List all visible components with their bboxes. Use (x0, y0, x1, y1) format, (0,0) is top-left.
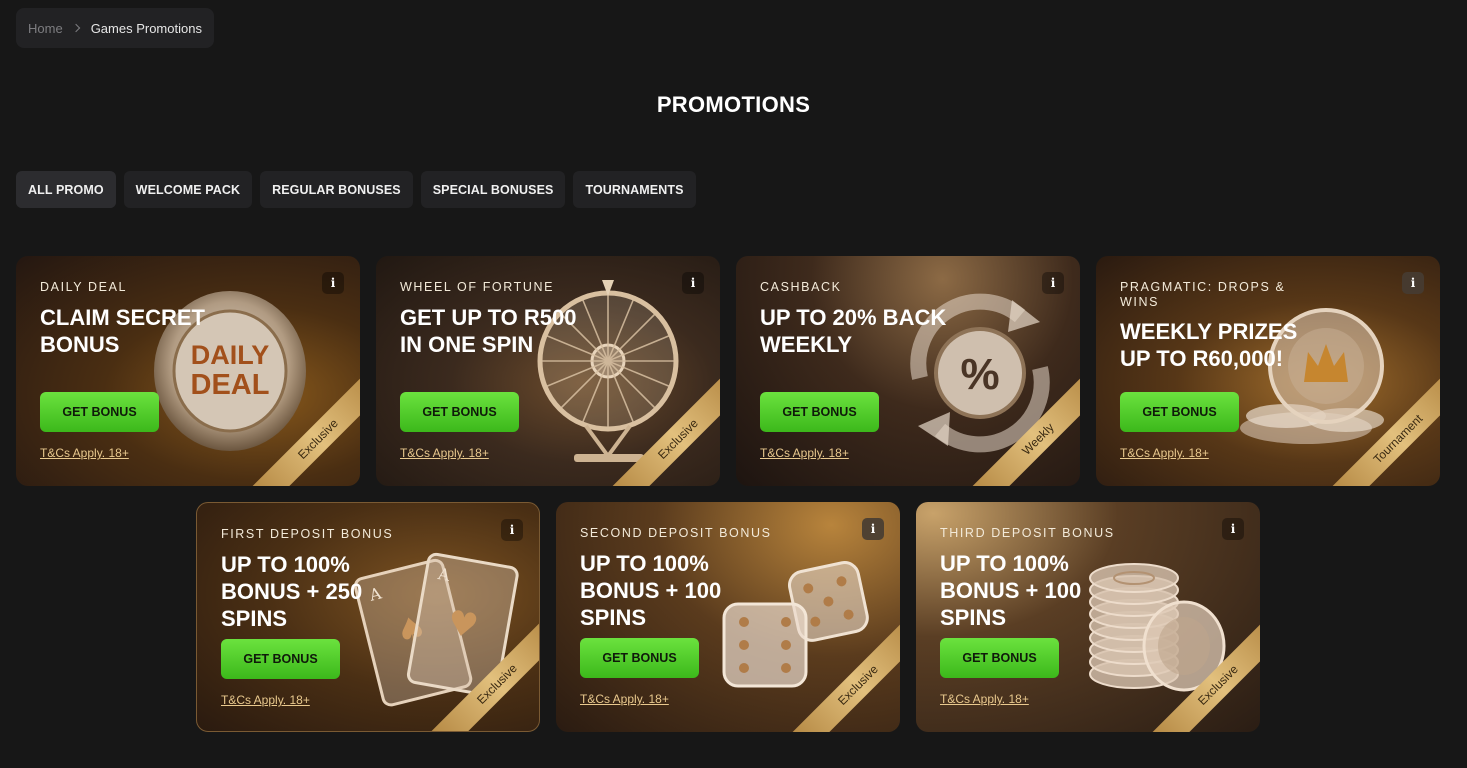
info-icon[interactable]: i (501, 519, 523, 541)
terms-link[interactable]: T&Cs Apply. 18+ (40, 446, 129, 460)
promo-card-first-deposit[interactable]: FIRST DEPOSIT BONUS UP TO 100% BONUS + 2… (196, 502, 540, 732)
tab-welcome-pack[interactable]: WELCOME PACK (123, 171, 253, 208)
breadcrumb: Home Games Promotions (16, 8, 214, 48)
info-icon[interactable]: i (682, 272, 704, 294)
terms-link[interactable]: T&Cs Apply. 18+ (760, 446, 849, 460)
chevron-right-icon (71, 23, 80, 33)
card-eyebrow: PRAGMATIC: DROPS & WINS (1120, 280, 1286, 309)
page-title: PROMOTIONS (656, 92, 811, 117)
card-headline: UP TO 100% BONUS + 100 SPINS (940, 551, 1082, 630)
promo-card-second-deposit[interactable]: SECOND DEPOSIT BONUS UP TO 100% BONUS + … (556, 502, 900, 732)
card-headline: CLAIM SECRET BONUS (40, 305, 205, 357)
get-bonus-button[interactable]: GET BONUS (940, 638, 1059, 678)
cashback-art-text: % (960, 350, 999, 399)
terms-link[interactable]: T&Cs Apply. 18+ (580, 692, 669, 706)
card-headline: UP TO 20% BACK WEEKLY (760, 305, 947, 357)
terms-link[interactable]: T&Cs Apply. 18+ (1120, 446, 1209, 460)
terms-link[interactable]: T&Cs Apply. 18+ (940, 692, 1029, 706)
info-icon[interactable]: i (862, 518, 884, 540)
breadcrumb-home-link[interactable]: Home (28, 21, 63, 36)
promo-card-third-deposit[interactable]: THIRD DEPOSIT BONUS UP TO 100% BONUS + 1… (916, 502, 1260, 732)
promo-card-daily-deal[interactable]: DAILY DEAL CLAIM SECRET BONUS DAILY DEAL… (16, 256, 360, 486)
tab-special-bonuses[interactable]: SPECIAL BONUSES (420, 171, 566, 208)
card-eyebrow: THIRD DEPOSIT BONUS (940, 526, 1115, 540)
get-bonus-button[interactable]: GET BONUS (40, 392, 159, 432)
info-icon[interactable]: i (1222, 518, 1244, 540)
tab-tournaments[interactable]: TOURNAMENTS (573, 171, 696, 208)
promo-card-wheel-of-fortune[interactable]: WHEEL OF FORTUNE GET UP TO R500 IN ONE S… (376, 256, 720, 486)
get-bonus-button[interactable]: GET BONUS (760, 392, 879, 432)
terms-link[interactable]: T&Cs Apply. 18+ (400, 446, 489, 460)
info-icon[interactable]: i (1402, 272, 1424, 294)
card-headline: UP TO 100% BONUS + 250 SPINS (221, 552, 363, 631)
daily-deal-art-text-2: DEAL (191, 369, 270, 401)
promo-tabs: ALL PROMO WELCOME PACK REGULAR BONUSES S… (16, 171, 696, 208)
tab-regular-bonuses[interactable]: REGULAR BONUSES (260, 171, 413, 208)
get-bonus-button[interactable]: GET BONUS (1120, 392, 1239, 432)
promo-card-drops-and-wins[interactable]: PRAGMATIC: DROPS & WINS WEEKLY PRIZES UP… (1096, 256, 1440, 486)
breadcrumb-current: Games Promotions (90, 20, 202, 36)
get-bonus-button[interactable]: GET BONUS (221, 639, 340, 679)
info-icon[interactable]: i (322, 272, 344, 294)
terms-link[interactable]: T&Cs Apply. 18+ (221, 693, 310, 707)
get-bonus-button[interactable]: GET BONUS (580, 638, 699, 678)
info-icon[interactable]: i (1042, 272, 1064, 294)
card-eyebrow: SECOND DEPOSIT BONUS (580, 526, 772, 540)
card-headline: GET UP TO R500 IN ONE SPIN (400, 305, 577, 357)
get-bonus-button[interactable]: GET BONUS (400, 392, 519, 432)
card-headline: UP TO 100% BONUS + 100 SPINS (580, 551, 722, 630)
card-headline: WEEKLY PRIZES UP TO R60,000! (1120, 319, 1298, 371)
tab-all-promo[interactable]: ALL PROMO (16, 171, 116, 208)
promo-card-cashback[interactable]: CASHBACK UP TO 20% BACK WEEKLY % GET BON… (736, 256, 1080, 486)
